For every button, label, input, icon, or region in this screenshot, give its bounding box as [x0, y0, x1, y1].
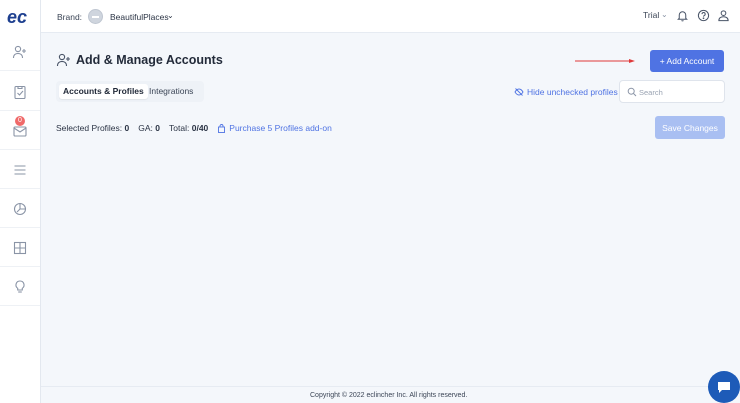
total-stat: Total: 0/40 — [169, 123, 208, 133]
search-box — [619, 80, 725, 103]
total-label: Total: — [169, 123, 190, 133]
sidebar-item-analytics[interactable] — [0, 190, 40, 228]
add-account-button[interactable]: + Add Account — [650, 50, 724, 72]
selected-profiles-value: 0 — [124, 123, 130, 133]
sidebar-item-menu[interactable] — [0, 151, 40, 189]
menu-icon — [14, 164, 26, 175]
hide-unchecked-link[interactable]: Hide unchecked profiles — [514, 87, 618, 97]
analytics-icon — [13, 202, 27, 215]
user-icon[interactable] — [717, 9, 730, 22]
total-value: 0/40 — [191, 123, 209, 133]
svg-text:ec: ec — [7, 7, 27, 27]
bag-icon — [218, 123, 226, 133]
footer-copyright: Copyright © 2022 eclincher Inc. All righ… — [310, 392, 468, 399]
purchase-addon-label: Purchase 5 Profiles add-on — [229, 123, 332, 133]
add-user-icon — [12, 45, 26, 58]
ga-label: GA: — [138, 123, 153, 133]
annotation-arrow — [575, 59, 635, 63]
chat-widget-button[interactable] — [708, 371, 740, 403]
brand-avatar[interactable] — [88, 9, 103, 24]
sidebar-item-add-user[interactable] — [0, 33, 40, 71]
tab-integrations[interactable]: Integrations — [145, 84, 197, 99]
clipboard-icon — [14, 85, 26, 99]
inbox-badge: 0 — [15, 116, 25, 126]
bell-icon[interactable] — [676, 9, 689, 22]
add-user-icon — [56, 53, 70, 67]
plan-selector[interactable]: Trial — [643, 10, 659, 20]
brand-label: Brand: — [57, 12, 83, 22]
search-icon — [627, 87, 637, 97]
search-input[interactable] — [639, 85, 721, 99]
ga-stat: GA: 0 — [138, 123, 160, 133]
purchase-addon-link[interactable]: Purchase 5 Profiles add-on — [217, 123, 332, 133]
tab-accounts-profiles[interactable]: Accounts & Profiles — [59, 84, 148, 99]
selected-profiles-stat: Selected Profiles: 0 — [56, 123, 129, 133]
sidebar: ec 0 — [0, 0, 41, 403]
save-changes-button[interactable]: Save Changes — [655, 116, 725, 139]
footer-divider — [41, 386, 740, 387]
chevron-down-icon[interactable]: ⌄ — [661, 10, 668, 19]
profile-stats: Selected Profiles: 0 GA: 0 Total: 0/40 P… — [56, 123, 332, 133]
brand-selector[interactable]: BeautifulPlaces — [110, 12, 169, 22]
sidebar-item-grid[interactable] — [0, 229, 40, 267]
top-bar: Brand: BeautifulPlaces ⌄ Trial ⌄ — [41, 0, 740, 33]
chevron-down-icon[interactable]: ⌄ — [167, 11, 174, 20]
eclincher-logo[interactable]: ec — [6, 7, 34, 27]
ga-value: 0 — [155, 123, 161, 133]
page-title: Add & Manage Accounts — [76, 53, 223, 67]
tab-bar: Accounts & Profiles Integrations — [56, 81, 204, 102]
sidebar-item-tasks[interactable] — [0, 73, 40, 111]
hide-unchecked-label: Hide unchecked profiles — [527, 87, 618, 97]
lightbulb-icon — [15, 279, 25, 293]
sidebar-item-ideas[interactable] — [0, 268, 40, 306]
chat-icon — [718, 382, 730, 393]
selected-profiles-label: Selected Profiles: — [56, 123, 123, 133]
eye-slash-icon — [514, 88, 524, 96]
help-icon[interactable] — [697, 9, 710, 22]
grid-icon — [13, 241, 27, 254]
sidebar-item-inbox[interactable]: 0 — [0, 112, 40, 150]
